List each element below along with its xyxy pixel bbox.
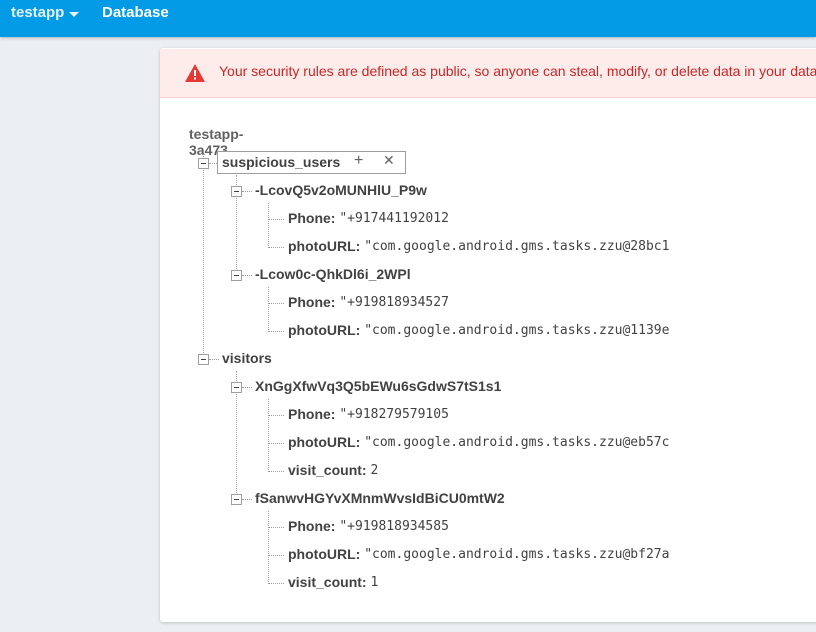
field-phone[interactable]: Phone: "+919818934527: [288, 294, 453, 310]
project-name[interactable]: testapp: [11, 4, 64, 21]
node-visitors[interactable]: visitors: [222, 350, 272, 366]
collapse-toggle-icon[interactable]: [231, 270, 242, 281]
node-suspicious-users[interactable]: suspicious_users + ✕: [217, 151, 406, 174]
field-phone[interactable]: Phone: "+919818934585: [288, 518, 453, 534]
field-visit-count[interactable]: visit_count: 1: [288, 574, 378, 590]
add-child-icon[interactable]: +: [354, 152, 363, 170]
top-bar: testapp Database: [0, 0, 816, 37]
security-warning-banner: Your security rules are defined as publi…: [160, 49, 816, 98]
warning-icon: [185, 64, 205, 82]
section-title: Database: [102, 4, 169, 21]
field-visit-count[interactable]: visit_count: 2: [288, 462, 378, 478]
delete-node-icon[interactable]: ✕: [383, 152, 395, 169]
security-warning-text: Your security rules are defined as publi…: [219, 63, 816, 79]
field-photo-url[interactable]: photoURL: "com.google.android.gms.tasks.…: [288, 546, 686, 562]
node-key[interactable]: XnGgXfwVq3Q5bEWu6sGdwS7tS1s1: [255, 378, 501, 394]
node-key[interactable]: -Lcow0c-QhkDl6i_2WPl: [255, 266, 411, 282]
field-photo-url[interactable]: photoURL: "com.google.android.gms.tasks.…: [288, 238, 686, 254]
collapse-toggle-icon[interactable]: [231, 186, 242, 197]
field-phone[interactable]: Phone: "+917441192012: [288, 210, 453, 226]
field-photo-url[interactable]: photoURL: "com.google.android.gms.tasks.…: [288, 434, 686, 450]
project-dropdown-icon[interactable]: [69, 12, 79, 17]
collapse-toggle-icon[interactable]: [198, 354, 209, 365]
collapse-toggle-icon[interactable]: [231, 382, 242, 393]
collapse-toggle-icon[interactable]: [231, 494, 242, 505]
node-key[interactable]: -LcovQ5v2oMUNHlU_P9w: [255, 182, 427, 198]
node-key[interactable]: fSanwvHGYvXMnmWvsIdBiCU0mtW2: [255, 490, 505, 506]
collapse-toggle-icon[interactable]: [198, 158, 209, 169]
field-phone[interactable]: Phone: "+918279579105: [288, 406, 453, 422]
field-photo-url[interactable]: photoURL: "com.google.android.gms.tasks.…: [288, 322, 686, 338]
